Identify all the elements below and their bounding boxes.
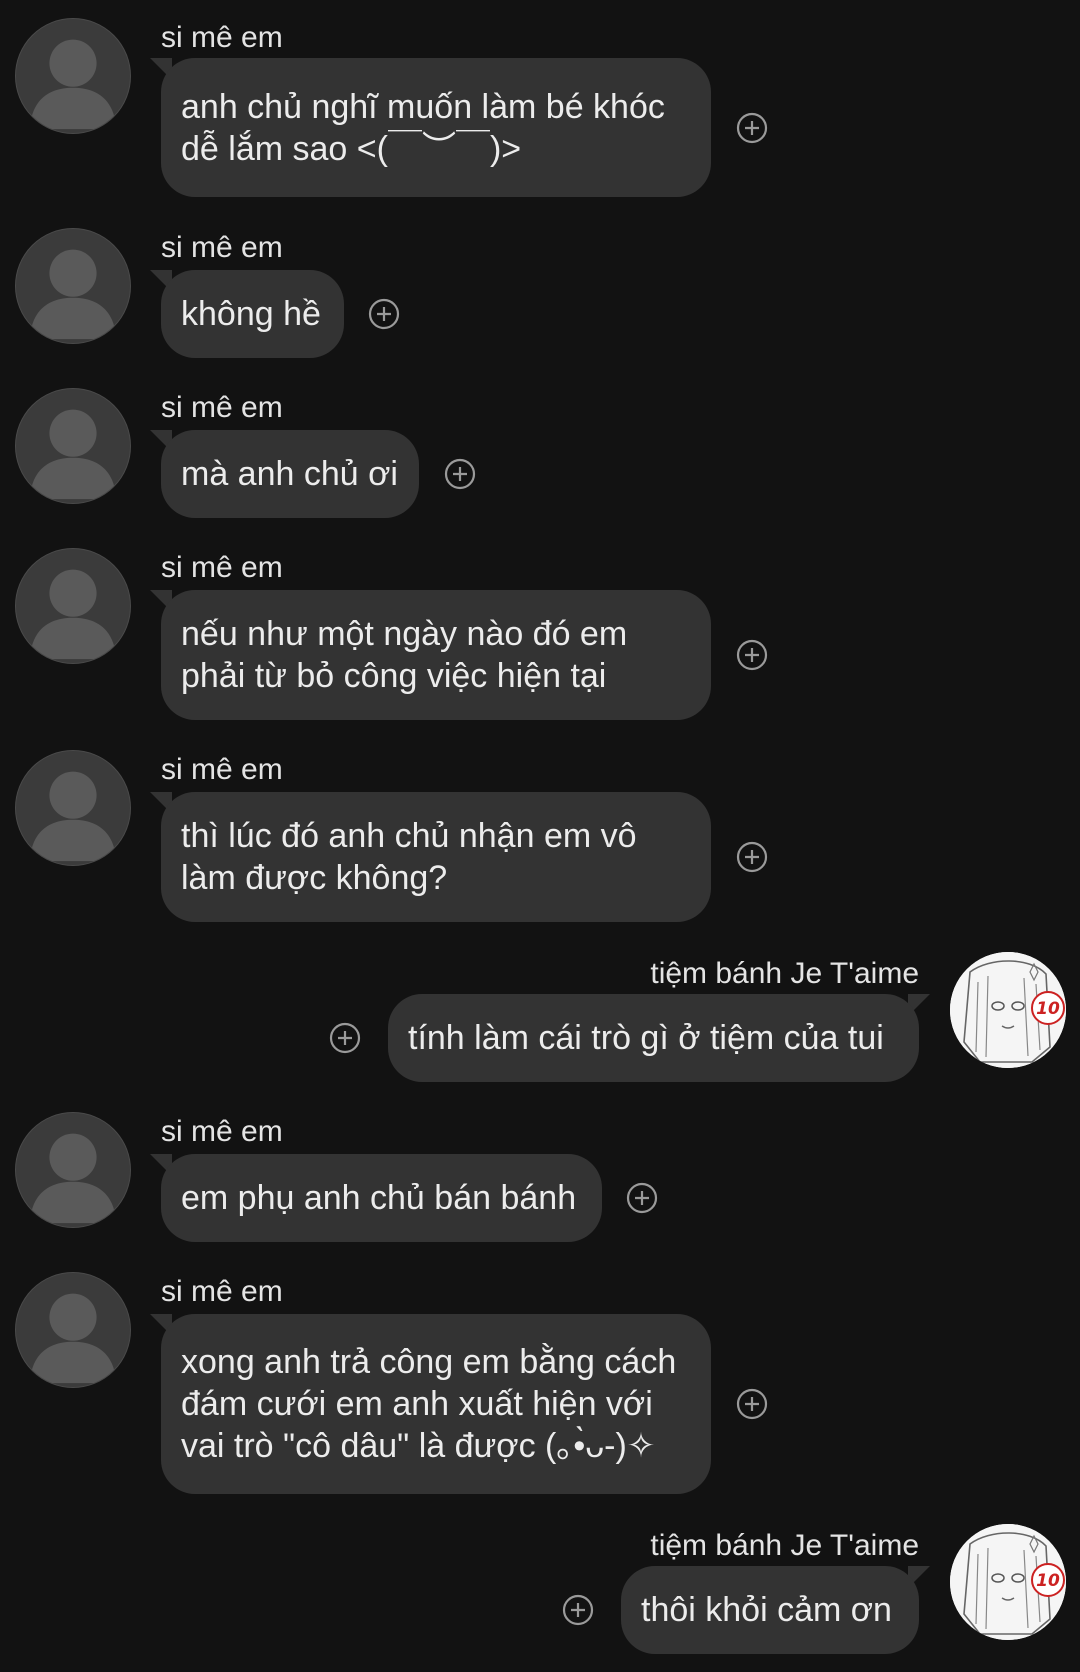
person-silhouette-icon <box>29 1133 117 1224</box>
message-text: em phụ anh chủ bán bánh <box>181 1179 577 1217</box>
sender-name: tiệm bánh Je T'aime <box>650 1529 919 1562</box>
message-text: thì lúc đó anh chủ nhận em vô <box>181 817 637 855</box>
sender-name: si mê em <box>161 1115 283 1148</box>
sender-name: si mê em <box>161 1275 283 1308</box>
sender-avatar[interactable] <box>15 18 131 134</box>
person-silhouette-icon <box>29 771 117 862</box>
plus-circle-icon <box>736 639 768 671</box>
add-reaction-button[interactable] <box>736 112 768 144</box>
message-text: xong anh trả công em bằng cách <box>181 1343 677 1381</box>
sender-avatar[interactable] <box>15 228 131 344</box>
message-text: mà anh chủ ơi <box>181 455 398 493</box>
person-silhouette-icon <box>29 39 117 130</box>
anime-avatar-icon: 10 <box>950 952 1066 1068</box>
message-bubble[interactable]: em phụ anh chủ bán bánh <box>161 1154 602 1242</box>
message-text: tính làm cái trò gì ở tiệm của tui <box>408 1019 884 1057</box>
sender-avatar[interactable] <box>15 1112 131 1228</box>
add-reaction-button[interactable] <box>736 841 768 873</box>
plus-circle-icon <box>444 458 476 490</box>
add-reaction-button[interactable] <box>444 458 476 490</box>
message-text: làm được không? <box>181 859 448 897</box>
message-bubble[interactable]: không hề <box>161 270 344 358</box>
message-bubble[interactable]: thì lúc đó anh chủ nhận em vô làm được k… <box>161 792 711 922</box>
sender-name: si mê em <box>161 753 283 786</box>
add-reaction-button[interactable] <box>736 1388 768 1420</box>
plus-circle-icon <box>736 112 768 144</box>
plus-circle-icon <box>736 1388 768 1420</box>
person-silhouette-icon <box>29 1293 117 1384</box>
sender-name: si mê em <box>161 551 283 584</box>
add-reaction-button[interactable] <box>626 1182 658 1214</box>
add-reaction-button[interactable] <box>368 298 400 330</box>
message-bubble[interactable]: nếu như một ngày nào đó em phải từ bỏ cô… <box>161 590 711 720</box>
add-reaction-button[interactable] <box>736 639 768 671</box>
shop-avatar[interactable]: 10 <box>950 952 1066 1068</box>
message-bubble[interactable]: thôi khỏi cảm ơn <box>621 1566 919 1654</box>
message-text: không hề <box>181 295 321 333</box>
sender-name: si mê em <box>161 231 283 264</box>
message-text: vai trò "cô dâu" là được (｡•̀ᴗ-)✧ <box>181 1427 656 1465</box>
sender-avatar[interactable] <box>15 1272 131 1388</box>
person-silhouette-icon <box>29 249 117 340</box>
message-text: anh chủ nghĩ muốn làm bé khóc <box>181 87 665 126</box>
message-bubble[interactable]: mà anh chủ ơi <box>161 430 419 518</box>
sender-name: si mê em <box>161 21 283 54</box>
plus-circle-icon <box>562 1594 594 1626</box>
message-bubble[interactable]: anh chủ nghĩ muốn làm bé khóc dễ lắm sao… <box>161 58 711 197</box>
plus-circle-icon <box>626 1182 658 1214</box>
shop-avatar[interactable]: 10 <box>950 1524 1066 1640</box>
anime-avatar-icon: 10 <box>950 1524 1066 1640</box>
sender-avatar[interactable] <box>15 388 131 504</box>
person-silhouette-icon <box>29 409 117 500</box>
sender-avatar[interactable] <box>15 548 131 664</box>
plus-circle-icon <box>329 1022 361 1054</box>
message-text: dễ lắm sao <(￣︶￣)> <box>181 129 522 168</box>
message-bubble[interactable]: xong anh trả công em bằng cách đám cưới … <box>161 1314 711 1494</box>
sender-name: tiệm bánh Je T'aime <box>650 957 919 990</box>
avatar-badge: 10 <box>1036 999 1060 1019</box>
message-text: thôi khỏi cảm ơn <box>641 1591 892 1629</box>
message-text: nếu như một ngày nào đó em <box>181 615 628 653</box>
plus-circle-icon <box>368 298 400 330</box>
sender-avatar[interactable] <box>15 750 131 866</box>
message-bubble[interactable]: tính làm cái trò gì ở tiệm của tui <box>388 994 919 1082</box>
add-reaction-button[interactable] <box>562 1594 594 1626</box>
message-text: phải từ bỏ công việc hiện tại <box>181 657 607 695</box>
add-reaction-button[interactable] <box>329 1022 361 1054</box>
plus-circle-icon <box>736 841 768 873</box>
sender-name: si mê em <box>161 391 283 424</box>
person-silhouette-icon <box>29 569 117 660</box>
avatar-badge: 10 <box>1036 1571 1060 1591</box>
message-text: đám cưới em anh xuất hiện với <box>181 1385 653 1423</box>
